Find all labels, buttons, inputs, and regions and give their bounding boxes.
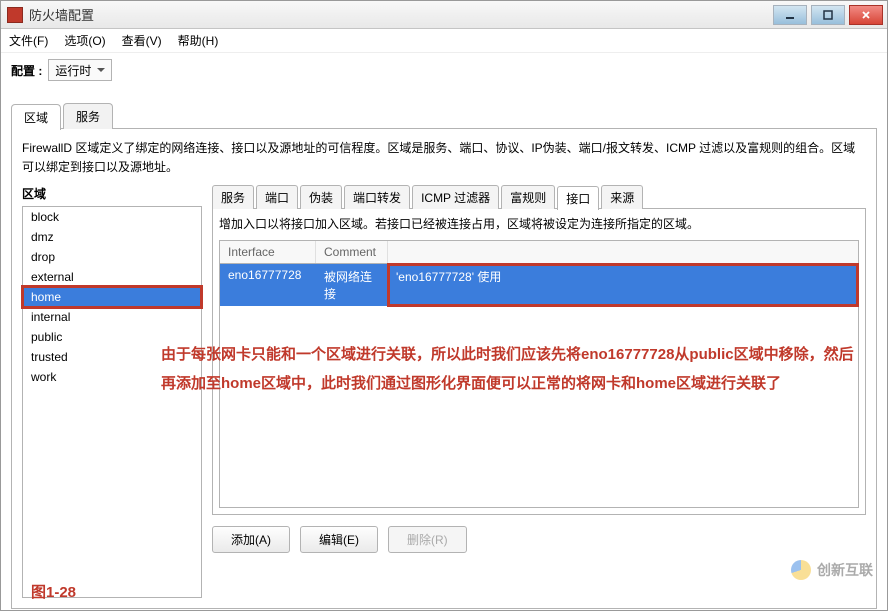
edit-button[interactable]: 编辑(E) [300,526,378,553]
zone-detail-column: 服务端口伪装端口转发ICMP 过滤器富规则接口来源 增加入口以将接口加入区域。若… [212,185,866,553]
watermark-logo-icon [791,560,811,580]
zone-item-block[interactable]: block [23,207,201,227]
interface-row[interactable]: eno16777728 被网络连接 'eno16777728' 使用 [220,264,858,306]
zone-item-dmz[interactable]: dmz [23,227,201,247]
inner-tab-6[interactable]: 接口 [557,186,599,210]
inner-tab-2[interactable]: 伪装 [300,185,342,209]
add-button[interactable]: 添加(A) [212,526,290,553]
config-select-value: 运行时 [55,62,91,79]
close-button[interactable] [849,5,883,25]
inner-tab-3[interactable]: 端口转发 [344,185,410,209]
inner-tab-1[interactable]: 端口 [256,185,298,209]
zone-list[interactable]: blockdmzdropexternalhomeinternalpublictr… [22,206,202,598]
zone-title: 区域 [22,185,202,202]
minimize-button[interactable] [773,5,807,25]
menu-help[interactable]: 帮助(H) [178,32,219,49]
config-row: 配置 : 运行时 [1,53,887,87]
menu-file[interactable]: 文件(F) [9,32,48,49]
td-usage: 'eno16777728' 使用 [388,264,858,306]
td-comment: 被网络连接 [316,264,388,306]
interface-buttons: 添加(A) 编辑(E) 删除(R) [212,526,866,553]
inner-tabs-row: 服务端口伪装端口转发ICMP 过滤器富规则接口来源 [212,185,866,209]
zone-item-home[interactable]: home [23,287,201,307]
inner-tab-5[interactable]: 富规则 [501,185,555,209]
menu-options[interactable]: 选项(O) [64,32,105,49]
zone-item-external[interactable]: external [23,267,201,287]
remove-button: 删除(R) [388,526,467,553]
config-select[interactable]: 运行时 [48,59,112,81]
top-tabs-row: 区域 服务 [11,103,877,129]
top-tabs-wrap: 区域 服务 FirewallD 区域定义了绑定的网络连接、接口以及源地址的可信程… [1,87,887,610]
zones-section: 区域 blockdmzdropexternalhomeinternalpubli… [22,185,866,598]
inner-tab-4[interactable]: ICMP 过滤器 [412,185,499,209]
tab-zones[interactable]: 区域 [11,104,61,130]
watermark-text: 创新互联 [817,560,873,580]
th-comment[interactable]: Comment [316,241,388,263]
th-interface[interactable]: Interface [220,241,316,263]
interface-table-head: Interface Comment [219,240,859,264]
th-spacer [388,241,858,263]
maximize-button[interactable] [811,5,845,25]
inner-tab-7[interactable]: 来源 [601,185,643,209]
zones-description: FirewallD 区域定义了绑定的网络连接、接口以及源地址的可信程度。区域是服… [22,139,866,177]
titlebar: 防火墙配置 [1,1,887,29]
menu-view[interactable]: 查看(V) [122,32,162,49]
zone-item-internal[interactable]: internal [23,307,201,327]
menubar: 文件(F) 选项(O) 查看(V) 帮助(H) [1,29,887,53]
zone-item-trusted[interactable]: trusted [23,347,201,367]
interface-hint: 增加入口以将接口加入区域。若接口已经被连接占用，区域将被设定为连接所指定的区域。 [219,215,859,232]
watermark: 创新互联 [791,560,873,580]
zone-item-work[interactable]: work [23,367,201,387]
td-interface: eno16777728 [220,264,316,306]
app-icon [7,7,23,23]
tab-services[interactable]: 服务 [63,103,113,129]
zones-panel: FirewallD 区域定义了绑定的网络连接、接口以及源地址的可信程度。区域是服… [11,128,877,609]
zone-item-public[interactable]: public [23,327,201,347]
window-title: 防火墙配置 [29,5,769,24]
interface-table-body: eno16777728 被网络连接 'eno16777728' 使用 [219,264,859,508]
zone-column: 区域 blockdmzdropexternalhomeinternalpubli… [22,185,202,598]
config-label: 配置 : [11,62,42,79]
zone-item-drop[interactable]: drop [23,247,201,267]
interface-panel: 增加入口以将接口加入区域。若接口已经被连接占用，区域将被设定为连接所指定的区域。… [212,208,866,515]
inner-tab-0[interactable]: 服务 [212,185,254,209]
figure-label: 图1-28 [31,581,76,602]
